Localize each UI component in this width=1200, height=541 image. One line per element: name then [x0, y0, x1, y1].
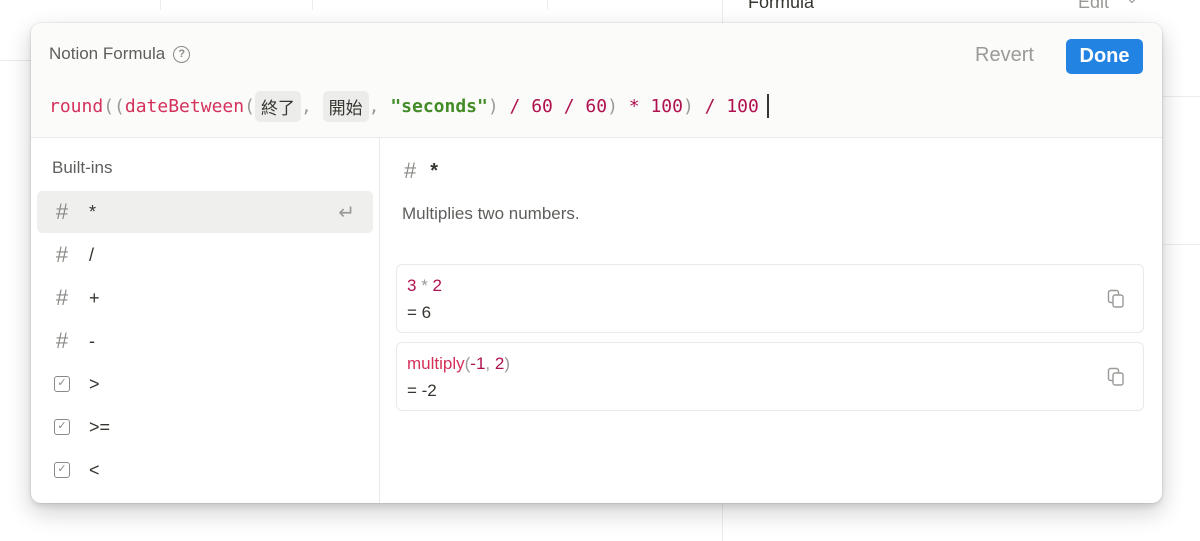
example-card: multiply(-1, 2) = -2 [396, 342, 1144, 411]
number-hash-icon: # [55, 199, 69, 224]
formula-input[interactable]: round((dateBetween(終了, 開始, "seconds") / … [49, 90, 769, 122]
modal-title-text: Notion Formula [49, 44, 166, 63]
example-paren: ) [504, 354, 511, 373]
number-hash-icon: # [55, 242, 69, 267]
modal-title: Notion Formula ? [49, 44, 191, 64]
formula-token-paren: (( [103, 95, 125, 117]
number-hash-icon: # [55, 285, 69, 310]
example-result: = -2 [407, 381, 437, 400]
property-chip-end[interactable]: 終了 [254, 90, 301, 122]
example-card: 3 * 2 = 6 [396, 264, 1144, 333]
enter-key-icon: ↵ [338, 202, 355, 224]
formula-token-paren: ) [607, 95, 618, 117]
formula-token-string: "seconds" [390, 95, 488, 117]
builtin-item-less-than[interactable]: ✓ < [37, 449, 373, 491]
builtin-item-label: + [89, 287, 100, 308]
formula-token-operator: / [552, 95, 586, 117]
example-comma: , [485, 354, 495, 373]
background-formula-label: Formula [748, 0, 815, 12]
builtin-detail-pane: # * Multiplies two numbers. 3 * 2 = 6 mu… [380, 138, 1162, 503]
formula-token-paren: ) [682, 95, 694, 117]
example-operator: * [416, 276, 433, 295]
formula-token-function: dateBetween [124, 95, 245, 117]
example-result: = 6 [407, 303, 432, 322]
formula-token-comma: , [368, 95, 391, 117]
builtin-item-multiply[interactable]: # * ↵ [37, 191, 373, 233]
builtin-item-label: - [89, 330, 95, 351]
example-function: multiply [407, 354, 465, 373]
builtin-item-greater-equal[interactable]: ✓ >= [37, 406, 373, 448]
builtin-item-label: >= [89, 416, 111, 437]
builtin-item-label: * [89, 201, 97, 222]
detail-description: Multiplies two numbers. [402, 204, 580, 223]
sidebar-heading: Built-ins [52, 158, 113, 177]
formula-token-paren: ( [244, 95, 255, 117]
formula-token-number: 60 [585, 95, 608, 117]
detail-name: * [430, 159, 439, 182]
copy-icon[interactable] [1107, 367, 1125, 387]
formula-editor-modal: Notion Formula ? Revert Done round((date… [31, 23, 1162, 503]
builtins-list: # * ↵ # / # + # - ✓ > ✓ >= ✓ < [37, 191, 373, 492]
background-divider [1163, 96, 1200, 97]
builtin-item-label: > [89, 373, 100, 394]
checkbox-icon: ✓ [54, 419, 70, 435]
example-number: 2 [432, 276, 442, 295]
example-code: multiply(-1, 2) [407, 354, 510, 374]
formula-token-operator: * [617, 95, 651, 117]
example-number: -1 [470, 354, 486, 373]
background-column-divider [160, 0, 161, 10]
example-number: 2 [494, 354, 505, 373]
checkbox-icon: ✓ [54, 376, 70, 392]
property-chip-start[interactable]: 開始 [322, 90, 369, 122]
background-column-divider [547, 0, 548, 10]
example-code: 3 * 2 [407, 276, 442, 296]
text-cursor [766, 94, 769, 118]
formula-token-number: 100 [726, 95, 759, 117]
builtins-sidebar: Built-ins # * ↵ # / # + # - ✓ > ✓ >= ✓ < [31, 138, 380, 503]
formula-token-function: round [49, 95, 104, 117]
modal-header: Notion Formula ? Revert Done round((date… [31, 23, 1162, 138]
formula-token-number: 100 [650, 95, 683, 117]
builtin-item-greater-than[interactable]: ✓ > [37, 363, 373, 405]
builtin-item-divide[interactable]: # / [37, 234, 373, 276]
checkbox-icon: ✓ [54, 462, 70, 478]
formula-token-operator: / [498, 95, 532, 117]
number-hash-icon: # [55, 328, 69, 353]
builtin-item-subtract[interactable]: # - [37, 320, 373, 362]
builtin-item-add[interactable]: # + [37, 277, 373, 319]
formula-token-number: 60 [531, 95, 553, 117]
formula-token-operator: / [693, 95, 727, 117]
builtin-item-label: < [89, 459, 100, 480]
number-hash-icon: # [404, 158, 417, 183]
background-column-divider [312, 0, 313, 10]
chevron-down-icon[interactable]: ⌄ [1126, 0, 1138, 7]
background-edit-link[interactable]: Edit [1078, 0, 1109, 13]
formula-token-paren: ) [487, 95, 499, 117]
revert-button[interactable]: Revert [975, 44, 1034, 67]
copy-icon[interactable] [1107, 289, 1125, 309]
formula-token-comma: , [300, 95, 323, 117]
detail-title: # * [404, 158, 438, 184]
help-icon[interactable]: ? [173, 45, 191, 63]
builtin-item-label: / [89, 244, 95, 265]
done-button[interactable]: Done [1066, 39, 1143, 74]
background-divider [1163, 244, 1200, 245]
